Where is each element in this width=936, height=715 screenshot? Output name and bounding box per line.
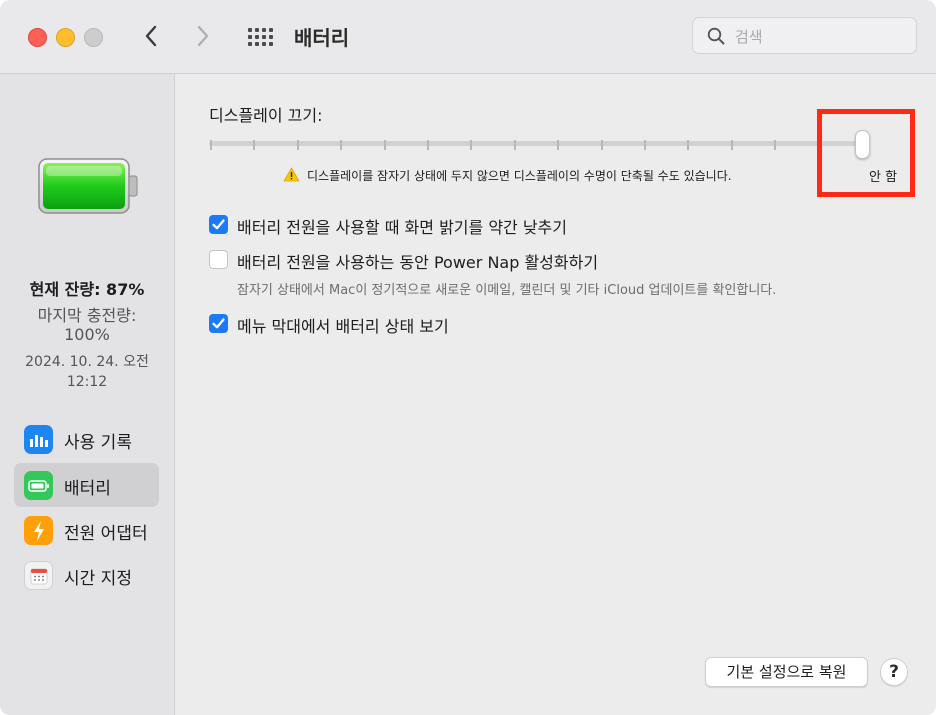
back-button[interactable] [136, 20, 166, 52]
lightning-bolt-icon [24, 516, 53, 545]
minimize-button[interactable] [56, 28, 75, 47]
close-button[interactable] [28, 28, 47, 47]
sidebar-item-label: 배터리 [64, 479, 111, 499]
title-bar: 배터리 [0, 0, 936, 74]
show-in-menu-bar-label: 메뉴 막대에서 배터리 상태 보기 [237, 317, 449, 336]
slider-tick [644, 140, 646, 150]
power-nap-checkbox[interactable] [209, 250, 228, 269]
current-charge-text: 현재 잔량: 87% [29, 280, 145, 299]
display-off-slider-track[interactable] [209, 141, 863, 146]
preferences-window: 배터리 검색 현재 잔량: 87% 마지막 충전량: 100% 2024. 10… [0, 0, 936, 715]
warning-icon [283, 167, 300, 182]
help-button[interactable]: ? [880, 658, 908, 686]
highlight-annotation-box [817, 109, 915, 197]
last-charged-label: 마지막 충전량: [37, 306, 137, 325]
sidebar-item-label: 사용 기록 [64, 433, 132, 453]
slider-tick [384, 140, 386, 150]
slider-tick [427, 140, 429, 150]
search-icon [707, 27, 725, 45]
display-warning-text: 디스플레이를 잠자기 상태에 두지 않으면 디스플레이의 수명이 단축될 수도 … [307, 169, 732, 183]
slider-tick [774, 140, 776, 150]
search-input[interactable] [733, 25, 907, 49]
slider-tick [340, 140, 342, 150]
dim-display-label: 배터리 전원을 사용할 때 화면 밝기를 약간 낮추기 [237, 218, 568, 237]
checkmark-icon [212, 318, 225, 329]
chevron-left-icon [145, 25, 157, 47]
search-field[interactable] [692, 17, 917, 54]
checkmark-icon [212, 219, 225, 230]
slider-tick [253, 140, 255, 150]
last-charged-datetime: 2024. 10. 24. 오전 12:12 [0, 352, 174, 392]
last-charged-time: 12:12 [66, 374, 108, 390]
chevron-right-icon [197, 25, 209, 47]
slider-tick [210, 140, 212, 150]
show-in-menu-bar-checkbox[interactable] [209, 314, 228, 333]
sidebar-item-usage-history[interactable]: 사용 기록 [14, 417, 159, 461]
power-nap-description: 잠자기 상태에서 Mac이 정기적으로 새로운 이메일, 캘린더 및 기타 iC… [237, 283, 777, 298]
power-nap-label: 배터리 전원을 사용하는 동안 Power Nap 활성화하기 [237, 253, 599, 272]
slider-tick [557, 140, 559, 150]
forward-button[interactable] [188, 20, 218, 52]
last-charged-date: 2024. 10. 24. 오전 [25, 354, 149, 370]
window-title: 배터리 [294, 26, 350, 50]
slider-tick [514, 140, 516, 150]
sidebar-item-label: 전원 어댑터 [64, 524, 148, 544]
show-all-grid-button[interactable] [244, 24, 274, 50]
slider-tick [601, 140, 603, 150]
battery-level-icon [38, 158, 138, 214]
slider-tick [470, 140, 472, 150]
slider-tick [687, 140, 689, 150]
battery-icon [24, 471, 53, 500]
sidebar-item-schedule[interactable]: 시간 지정 [14, 553, 159, 597]
slider-never-label: 안 함 [869, 170, 898, 185]
bar-chart-icon [24, 425, 53, 454]
sidebar-item-battery[interactable]: 배터리 [14, 463, 159, 507]
battery-settings-pane: 디스플레이 끄기: 디스플레이를 잠자기 상태에 두지 않으면 디스플레이의 수… [175, 74, 936, 715]
display-off-label: 디스플레이 끄기: [209, 106, 323, 125]
last-charged-value: 100% [64, 325, 110, 344]
zoom-button[interactable] [84, 28, 103, 47]
sidebar: 현재 잔량: 87% 마지막 충전량: 100% 2024. 10. 24. 오… [0, 74, 175, 715]
dim-display-checkbox[interactable] [209, 215, 228, 234]
sidebar-item-power-adapter[interactable]: 전원 어댑터 [14, 508, 159, 552]
slider-tick [731, 140, 733, 150]
calendar-icon [24, 561, 53, 590]
sidebar-item-label: 시간 지정 [64, 569, 132, 589]
restore-defaults-button[interactable]: 기본 설정으로 복원 [705, 657, 868, 687]
slider-tick [297, 140, 299, 150]
